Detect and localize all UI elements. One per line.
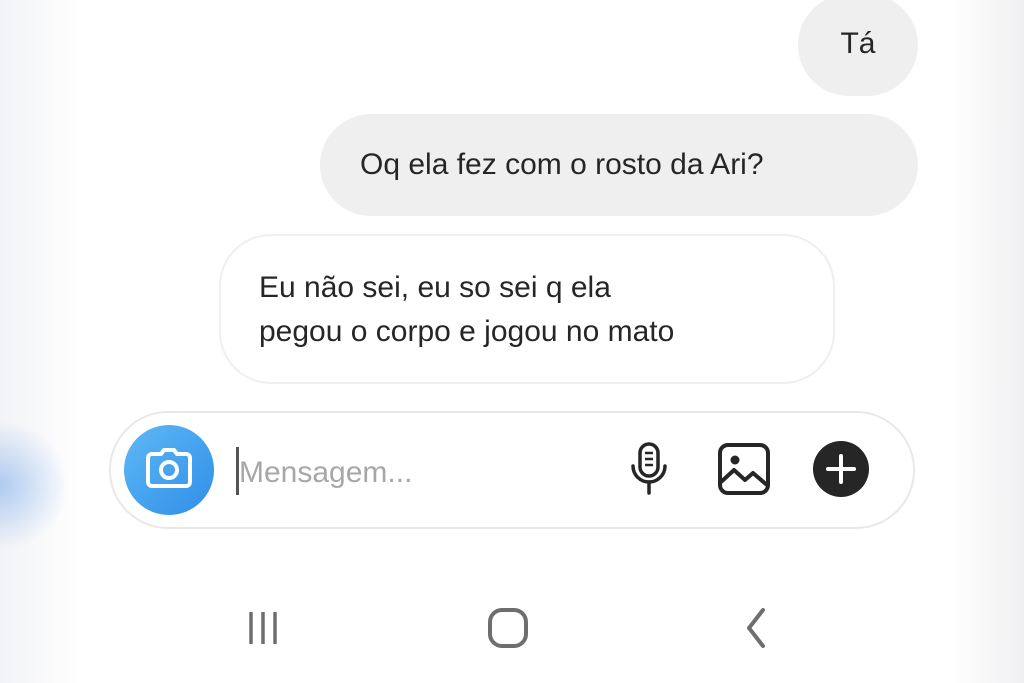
message-bubble-sent[interactable]: Oq ela fez com o rosto da Ari? xyxy=(320,114,918,216)
message-composer xyxy=(109,411,915,529)
background-blur-right xyxy=(949,0,1024,683)
message-bubble-sent[interactable]: Tá xyxy=(798,0,918,96)
back-icon xyxy=(741,606,771,655)
chat-screen: Tá Oq ela fez com o rosto da Ari? Eu não… xyxy=(78,0,950,683)
message-text: Tá xyxy=(840,27,876,60)
system-navigation-bar xyxy=(78,595,950,665)
camera-button[interactable] xyxy=(124,425,214,515)
message-text-line: Eu não sei, eu so sei q ela xyxy=(259,271,611,304)
recent-apps-button[interactable] xyxy=(233,605,293,655)
more-options-button[interactable] xyxy=(813,440,869,499)
microphone-button[interactable] xyxy=(621,441,677,502)
back-button[interactable] xyxy=(726,605,786,655)
home-icon xyxy=(486,606,530,655)
image-gallery-icon xyxy=(717,442,771,501)
message-input[interactable] xyxy=(239,451,599,495)
microphone-icon xyxy=(629,441,669,502)
gallery-button[interactable] xyxy=(716,442,772,501)
message-bubble-received[interactable]: Eu não sei, eu so sei q ela pegou o corp… xyxy=(219,234,835,384)
home-button[interactable] xyxy=(478,605,538,655)
message-text: Oq ela fez com o rosto da Ari? xyxy=(360,148,764,181)
recent-apps-icon xyxy=(243,608,283,653)
camera-icon xyxy=(146,447,192,493)
plus-circle-icon xyxy=(812,440,870,503)
background-blur-left xyxy=(0,0,80,683)
message-text-line: pegou o corpo e jogou no mato xyxy=(259,315,675,348)
